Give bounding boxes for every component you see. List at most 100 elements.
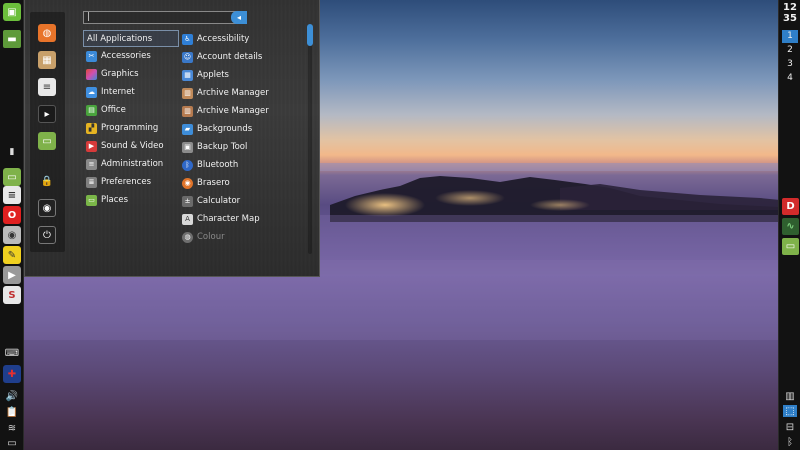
chart-icon: ▞ [86,122,97,134]
app-label: Backup Tool [197,142,248,152]
bluetooth-tray-icon[interactable]: ᛒ [783,436,797,448]
workspace-1[interactable]: 1 [782,30,798,43]
category-label: Graphics [101,69,139,79]
cloud-icon: ☁ [86,86,97,98]
show-desktop-icon[interactable]: ▬ [3,30,21,48]
usb-icon[interactable]: ⬚ [783,405,797,417]
keyboard-icon[interactable]: ⌨ [4,347,20,359]
app-label: Backgrounds [197,124,253,134]
opera-icon[interactable]: O [3,206,21,224]
category-all-applications[interactable]: All Applications [83,30,179,47]
firefox-icon[interactable]: ◍ [38,24,56,42]
app-colour[interactable]: ◍ Colour [182,228,310,246]
folder-icon[interactable]: ▭ [782,238,799,255]
app-brasero[interactable]: ◉ Brasero [182,174,310,192]
category-sound-video[interactable]: ▶ Sound & Video [83,137,179,155]
backgrounds-icon: ▰ [182,123,193,135]
app-label: Applets [197,70,229,80]
app-label: Archive Manager [197,106,269,116]
category-places[interactable]: ▭ Places [83,191,179,209]
favorites-column: ◍ ▦ ≡ ▸ ▭ 🔒 ◉ ⏻ [30,12,65,252]
palette-icon [86,68,97,80]
store-icon[interactable]: S [3,286,21,304]
applets-icon: ▦ [182,69,193,81]
settings-icon[interactable]: ≡ [3,186,21,204]
folder-icon[interactable]: ▭ [38,132,56,150]
clock[interactable]: 12 35 [779,2,800,24]
category-label: Accessories [101,51,151,61]
shutdown-icon[interactable]: ⏻ [38,226,56,244]
app-label: Character Map [197,214,260,224]
lock-screen-icon[interactable]: 🔒 [38,172,56,190]
terminal-icon[interactable]: ▮ [4,146,20,158]
category-label: Office [101,105,126,115]
app-archive-manager[interactable]: ▥ Archive Manager [182,84,310,102]
search-icon[interactable]: ◂ [231,11,247,24]
app-icon[interactable]: ◉ [3,226,21,244]
terminal-icon[interactable]: ▸ [38,105,56,123]
clock-hours: 12 [783,2,797,13]
wifi-icon[interactable]: ≋ [4,422,20,434]
clipboard-icon[interactable]: 📋 [4,406,20,418]
category-preferences[interactable]: ≣ Preferences [83,173,179,191]
app-label: Accessibility [197,34,250,44]
app-label: Bluetooth [197,160,239,170]
category-label: Programming [101,123,159,133]
volume-icon[interactable]: 🔊 [4,390,20,402]
sliders-icon: ≣ [86,176,97,188]
bluetooth-icon: ᛒ [182,159,193,171]
category-label: Internet [101,87,135,97]
workspace-4[interactable]: 4 [782,72,798,85]
app-bluetooth[interactable]: ᛒ Bluetooth [182,156,310,174]
app-character-map[interactable]: A Character Map [182,210,310,228]
menu-icon[interactable]: ▣ [3,3,21,21]
app-archive-manager-2[interactable]: ▥ Archive Manager [182,102,310,120]
app-d-icon[interactable]: D [782,198,799,215]
category-office[interactable]: ▤ Office [83,101,179,119]
application-menu: ◍ ▦ ≡ ▸ ▭ 🔒 ◉ ⏻ | ◂ All Applications ✂ A… [24,0,320,277]
files-icon[interactable]: ▭ [3,168,21,186]
app-backgrounds[interactable]: ▰ Backgrounds [182,120,310,138]
app-calculator[interactable]: ± Calculator [182,192,310,210]
category-graphics[interactable]: Graphics [83,65,179,83]
category-label: Sound & Video [101,141,164,151]
trash-icon[interactable]: ▥ [783,390,797,402]
category-accessories[interactable]: ✂ Accessories [83,47,179,65]
app-list-scrollbar[interactable] [307,24,313,46]
monitor-icon[interactable]: ∿ [782,218,799,235]
document-icon: ▤ [86,104,97,116]
clock-minutes: 35 [783,13,797,24]
category-label: Preferences [101,177,151,187]
app-label: Archive Manager [197,88,269,98]
player-icon[interactable]: ▶ [3,266,21,284]
disc-icon: ◉ [182,177,193,189]
colour-icon: ◍ [182,231,193,243]
category-label: Places [101,195,129,205]
app-applets[interactable]: ▦ Applets [182,66,310,84]
settings-icon: ≡ [86,158,97,170]
app-label: Calculator [197,196,241,206]
software-manager-icon[interactable]: ▦ [38,51,56,69]
search-input[interactable]: | [83,11,245,24]
accessibility-icon: ♿ [182,33,193,45]
play-icon: ▶ [86,140,97,152]
archive-icon: ▥ [182,87,193,99]
notes-icon[interactable]: ✎ [3,246,21,264]
right-panel: 12 35 1 2 3 4 D ∿ ▭ ▥ ⬚ ⊟ ᛒ [778,0,800,450]
logout-icon[interactable]: ◉ [38,199,56,217]
app-accessibility[interactable]: ♿ Accessibility [182,30,310,48]
category-programming[interactable]: ▞ Programming [83,119,179,137]
app-label: Colour [197,232,225,242]
category-administration[interactable]: ≡ Administration [83,155,179,173]
workspace-3[interactable]: 3 [782,58,798,71]
display-icon[interactable]: ▭ [4,437,20,449]
uk-flag-icon[interactable]: ✚ [3,365,21,383]
category-list: All Applications ✂ Accessories Graphics … [83,30,179,209]
network-icon[interactable]: ⊟ [783,421,797,433]
app-account-details[interactable]: ☺ Account details [182,48,310,66]
category-internet[interactable]: ☁ Internet [83,83,179,101]
character-map-icon: A [182,213,193,225]
system-settings-icon[interactable]: ≡ [38,78,56,96]
workspace-2[interactable]: 2 [782,44,798,57]
app-backup-tool[interactable]: ▣ Backup Tool [182,138,310,156]
